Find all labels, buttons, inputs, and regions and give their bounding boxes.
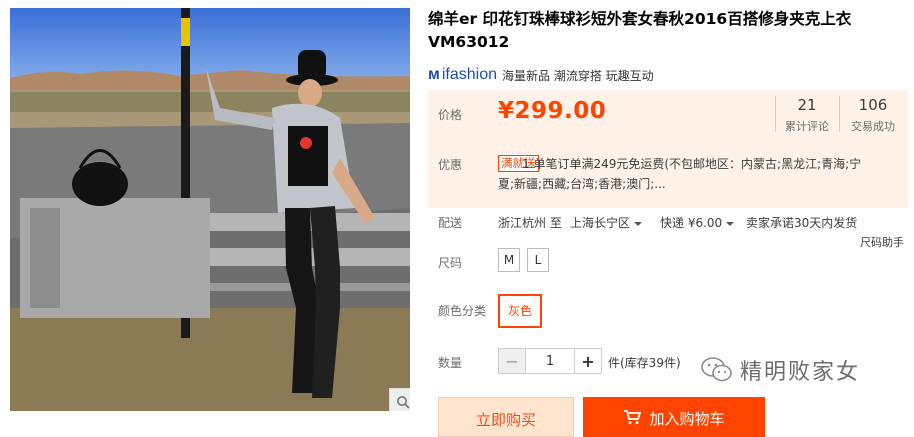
price-label: 价格 (438, 108, 463, 122)
sales-stat: 106 交易成功 (842, 96, 904, 134)
add-to-cart-button[interactable]: 加入购物车 (583, 397, 765, 437)
quantity-increase-button[interactable]: + (574, 348, 602, 374)
divider (839, 96, 840, 132)
chevron-down-icon (634, 221, 643, 226)
shipping-promise: 卖家承诺30天内发货 (746, 216, 858, 230)
shipping-method[interactable]: 快递 ¥6.00 (660, 214, 735, 231)
promo-label: 优惠 (438, 158, 463, 172)
shipping-label: 配送 (438, 216, 463, 230)
zoom-button[interactable] (389, 388, 410, 411)
size-option-l[interactable]: L (527, 248, 549, 272)
shipping-destination-text: 上海长宁区 (570, 216, 631, 230)
product-info: 绵羊er 印花钉珠棒球衫短外套女春秋2016百搭修身夹克上衣VM63012 ᴍ … (428, 8, 908, 437)
size-label: 尺码 (438, 256, 463, 270)
brand-name: ifashion (441, 66, 497, 83)
reviews-stat[interactable]: 21 累计评论 (776, 96, 838, 134)
reviews-label: 累计评论 (785, 120, 829, 133)
size-option-m[interactable]: M (498, 248, 520, 272)
reviews-count: 21 (797, 96, 817, 114)
ifashion-logo[interactable]: ᴍ ifashion (428, 66, 497, 84)
promo-text-line2: 夏;新疆;西藏;台湾;香港;澳门;... (498, 177, 666, 191)
brand-row: ᴍ ifashion 海量新品 潮流穿搭 玩趣互动 (428, 66, 654, 84)
quantity-input[interactable]: 1 (526, 348, 574, 374)
promo-text-line1: 1.单笔订单满249元免运费(不包邮地区：内蒙古;黑龙江;青海;宁 (522, 157, 862, 171)
watermark-text: 精明败家女 (740, 360, 861, 385)
shipping-method-text: 快递 ¥6.00 (660, 216, 723, 230)
shipping-destination[interactable]: 上海长宁区 (570, 214, 643, 231)
buy-now-button[interactable]: 立即购买 (438, 397, 574, 437)
shipping-from: 浙江杭州 至 (498, 216, 562, 230)
price-value: ¥299.00 (498, 98, 607, 124)
color-label: 颜色分类 (438, 304, 487, 318)
magnifier-icon (397, 396, 410, 409)
product-photo[interactable] (10, 8, 410, 411)
quantity-stepper: − 1 + (498, 348, 602, 374)
sales-count: 106 (858, 96, 888, 114)
color-option-gray[interactable]: 灰色 (498, 294, 542, 328)
brand-slogan: 海量新品 潮流穿搭 玩趣互动 (502, 68, 654, 83)
quantity-decrease-button[interactable]: − (498, 348, 526, 374)
product-title: 绵羊er 印花钉珠棒球衫短外套女春秋2016百搭修身夹克上衣VM63012 (428, 10, 852, 51)
chevron-down-icon (726, 221, 735, 226)
sales-label: 交易成功 (851, 120, 895, 133)
product-photo-image (10, 8, 410, 411)
stock-info: 件(库存39件) (608, 356, 681, 370)
size-helper-link[interactable]: 尺码助手 (860, 234, 904, 250)
price-panel: 价格 ¥299.00 21 累计评论 106 交易成功 优惠 满就送 1.单笔订… (428, 90, 908, 208)
cart-icon (624, 410, 642, 424)
quantity-label: 数量 (438, 356, 463, 370)
brand-m-icon: ᴍ (428, 66, 440, 83)
wechat-icon (701, 357, 732, 382)
wechat-watermark: 精明败家女 (700, 354, 860, 386)
